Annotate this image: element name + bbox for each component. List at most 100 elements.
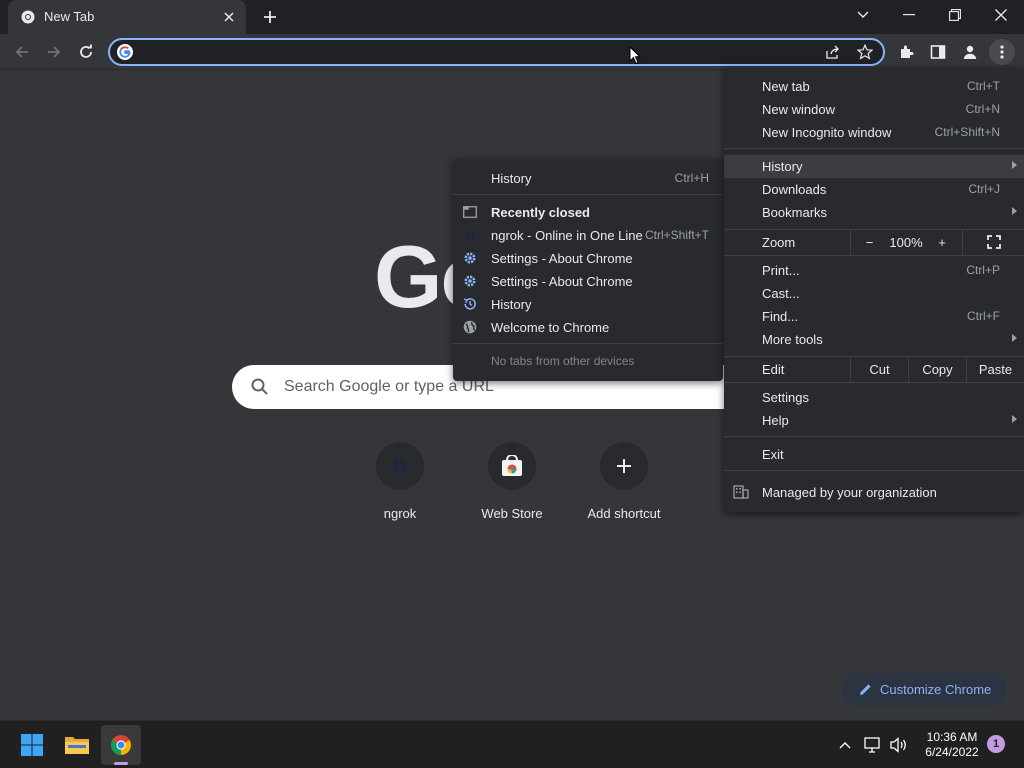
tab-strip: New Tab [0,0,1024,34]
recently-closed-item[interactable]: History [453,293,723,316]
menu-item-label: More tools [762,332,823,347]
cut-button[interactable]: Cut [850,356,908,382]
zoom-out-button[interactable]: − [850,229,888,255]
menu-item-new-incognito[interactable]: New Incognito window Ctrl+Shift+N [724,121,1024,144]
tab-close-icon[interactable] [220,8,238,26]
forward-button[interactable] [40,38,68,66]
menu-item-label: New tab [762,79,810,94]
windows-taskbar: 10:36 AM 6/24/2022 1 [0,720,1024,768]
bookmark-star-icon[interactable] [856,43,874,61]
menu-item-label: Bookmarks [762,205,828,220]
side-panel-button[interactable] [925,39,951,65]
start-button[interactable] [12,725,52,765]
tab-new-tab[interactable]: New Tab [8,0,246,34]
customize-chrome-button[interactable]: Customize Chrome [842,672,1007,706]
zoom-in-button[interactable]: + [924,229,960,255]
menu-item-exit[interactable]: Exit [724,443,1024,466]
menu-item-label: Print... [762,263,800,278]
shortcut-ngrok[interactable]: n ngrok [350,442,450,521]
minimize-button[interactable] [886,0,932,30]
menu-item-label: Managed by your organization [762,485,937,500]
menu-item-zoom: Zoom − 100% + [724,229,1024,255]
menu-item-help[interactable]: Help [724,409,1024,432]
menu-item-label: ngrok - Online in One Line [491,228,643,243]
chrome-taskbar-button[interactable] [101,725,141,765]
menu-item-label: New window [762,102,835,117]
plus-icon [264,11,276,23]
folder-icon [65,737,89,754]
volume-icon[interactable] [889,735,909,755]
share-icon[interactable] [824,43,842,61]
restore-button[interactable] [932,0,978,30]
menu-item-print[interactable]: Print... Ctrl+P [724,259,1024,282]
history-menu-item[interactable]: History Ctrl+H [453,167,723,190]
minimize-icon [903,14,915,16]
search-icon [250,377,270,397]
recently-closed-item[interactable]: Settings - About Chrome [453,247,723,270]
menu-separator [724,470,1024,471]
tray-chevron-up-icon[interactable] [835,735,855,755]
menu-item-settings[interactable]: Settings [724,386,1024,409]
history-submenu: History Ctrl+H Recently closed n ngrok -… [453,159,723,381]
google-g-icon [117,44,133,60]
close-icon [995,9,1007,21]
menu-item-label: History [491,297,532,312]
recently-closed-item[interactable]: Welcome to Chrome [453,316,723,339]
shortcut-label: Web Store [481,506,543,521]
restore-icon [949,9,961,21]
menu-item-new-tab[interactable]: New tab Ctrl+T [724,75,1024,98]
reload-button[interactable] [72,38,100,66]
menu-item-label: Help [762,413,789,428]
menu-item-shortcut: Ctrl+Shift+N [934,125,1000,139]
ngrok-icon: n [465,226,475,244]
shortcut-add[interactable]: Add shortcut [574,442,674,521]
copy-label: Copy [922,361,953,377]
fullscreen-button[interactable] [962,229,1024,255]
ngrok-icon: n [376,442,424,490]
paste-button[interactable]: Paste [966,356,1024,382]
chrome-icon [111,735,131,755]
recently-closed-item[interactable]: n ngrok - Online in One Line Ctrl+Shift+… [453,224,723,247]
submenu-arrow-icon [1012,207,1017,215]
forward-arrow-icon [48,46,61,58]
menu-item-new-window[interactable]: New window Ctrl+N [724,98,1024,121]
menu-item-label: Welcome to Chrome [491,320,610,335]
menu-item-bookmarks[interactable]: Bookmarks [724,201,1024,224]
new-tab-button[interactable] [258,6,282,28]
menu-item-managed[interactable]: Managed by your organization [724,481,1024,504]
globe-icon [462,319,478,335]
building-icon [733,485,749,502]
menu-item-label: Settings - About Chrome [491,251,633,266]
menu-item-label: Settings [762,390,809,405]
recently-closed-item[interactable]: Settings - About Chrome [453,270,723,293]
menu-separator [453,194,723,195]
notification-badge[interactable]: 1 [987,735,1005,753]
chrome-menu-button[interactable] [989,39,1015,65]
zoom-plus-label: + [938,234,946,250]
clock-time: 10:36 AM [926,730,978,744]
menu-item-shortcut: Ctrl+Shift+T [644,228,709,242]
menu-item-shortcut: Ctrl+F [967,309,1000,323]
menu-item-cast[interactable]: Cast... [724,282,1024,305]
taskbar-clock[interactable]: 10:36 AM 6/24/2022 [920,730,984,760]
menu-item-label: Exit [762,447,784,462]
address-bar[interactable] [108,38,885,66]
copy-button[interactable]: Copy [908,356,966,382]
file-explorer-button[interactable] [57,725,97,765]
menu-item-find[interactable]: Find... Ctrl+F [724,305,1024,328]
back-arrow-icon [15,46,28,58]
menu-item-label: Downloads [762,182,827,197]
extensions-button[interactable] [893,39,919,65]
menu-item-more-tools[interactable]: More tools [724,328,1024,351]
tab-search-button[interactable] [840,0,886,30]
clock-date: 6/24/2022 [925,745,979,759]
menu-item-downloads[interactable]: Downloads Ctrl+J [724,178,1024,201]
network-icon[interactable] [863,735,883,755]
menu-separator [724,436,1024,437]
close-window-button[interactable] [978,0,1024,30]
shortcut-web-store[interactable]: Web Store [462,442,562,521]
back-button[interactable] [8,38,36,66]
profile-button[interactable] [957,39,983,65]
submenu-arrow-icon [1012,161,1017,169]
menu-item-history[interactable]: History [724,155,1024,178]
